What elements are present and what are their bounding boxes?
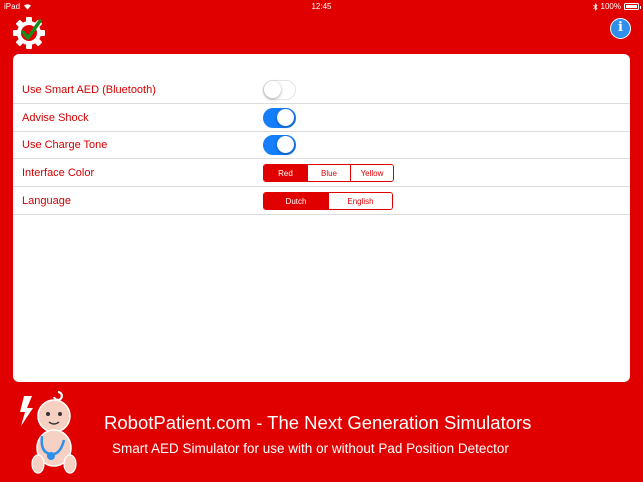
- smart-aed-toggle[interactable]: [263, 80, 296, 100]
- clock: 12:45: [311, 2, 332, 11]
- info-button[interactable]: i: [610, 18, 631, 39]
- setting-label: Use Smart AED (Bluetooth): [22, 84, 156, 96]
- setting-row-smart-aed: Use Smart AED (Bluetooth): [13, 76, 630, 104]
- color-option-blue[interactable]: Blue: [307, 165, 350, 181]
- setting-row-advise-shock: Advise Shock: [13, 104, 630, 132]
- baby-mascot-icon: [20, 390, 77, 474]
- settings-button[interactable]: [12, 16, 46, 50]
- language-option-dutch[interactable]: Dutch: [264, 193, 328, 209]
- setting-row-language: Language Dutch English: [13, 187, 630, 215]
- footer-banner: RobotPatient.com - The Next Generation S…: [0, 384, 643, 482]
- gear-check-icon: [13, 17, 45, 49]
- interface-color-segmented: Red Blue Yellow: [263, 164, 394, 182]
- setting-label: Use Charge Tone: [22, 139, 108, 151]
- footer-title: RobotPatient.com - The Next Generation S…: [104, 412, 532, 433]
- charge-tone-toggle[interactable]: [263, 135, 296, 155]
- setting-label: Language: [22, 195, 71, 207]
- setting-label: Interface Color: [22, 167, 95, 179]
- battery-icon: [624, 3, 641, 10]
- advise-shock-toggle[interactable]: [263, 108, 296, 128]
- settings-screen: iPad 12:45 100% i Use Smart AED (Bluetoo…: [0, 0, 643, 482]
- settings-card: Use Smart AED (Bluetooth) Advise Shock U…: [13, 54, 630, 382]
- setting-label: Advise Shock: [22, 112, 89, 124]
- setting-row-interface-color: Interface Color Red Blue Yellow: [13, 159, 630, 187]
- battery-percent: 100%: [600, 2, 621, 11]
- color-option-red[interactable]: Red: [264, 165, 307, 181]
- language-option-english[interactable]: English: [328, 193, 392, 209]
- language-segmented: Dutch English: [263, 192, 393, 210]
- status-bar: iPad 12:45 100%: [0, 0, 643, 13]
- info-icon: i: [618, 20, 623, 35]
- footer-subtitle: Smart AED Simulator for use with or with…: [112, 441, 509, 456]
- bluetooth-icon: [592, 2, 598, 11]
- setting-row-charge-tone: Use Charge Tone: [13, 131, 630, 159]
- color-option-yellow[interactable]: Yellow: [350, 165, 393, 181]
